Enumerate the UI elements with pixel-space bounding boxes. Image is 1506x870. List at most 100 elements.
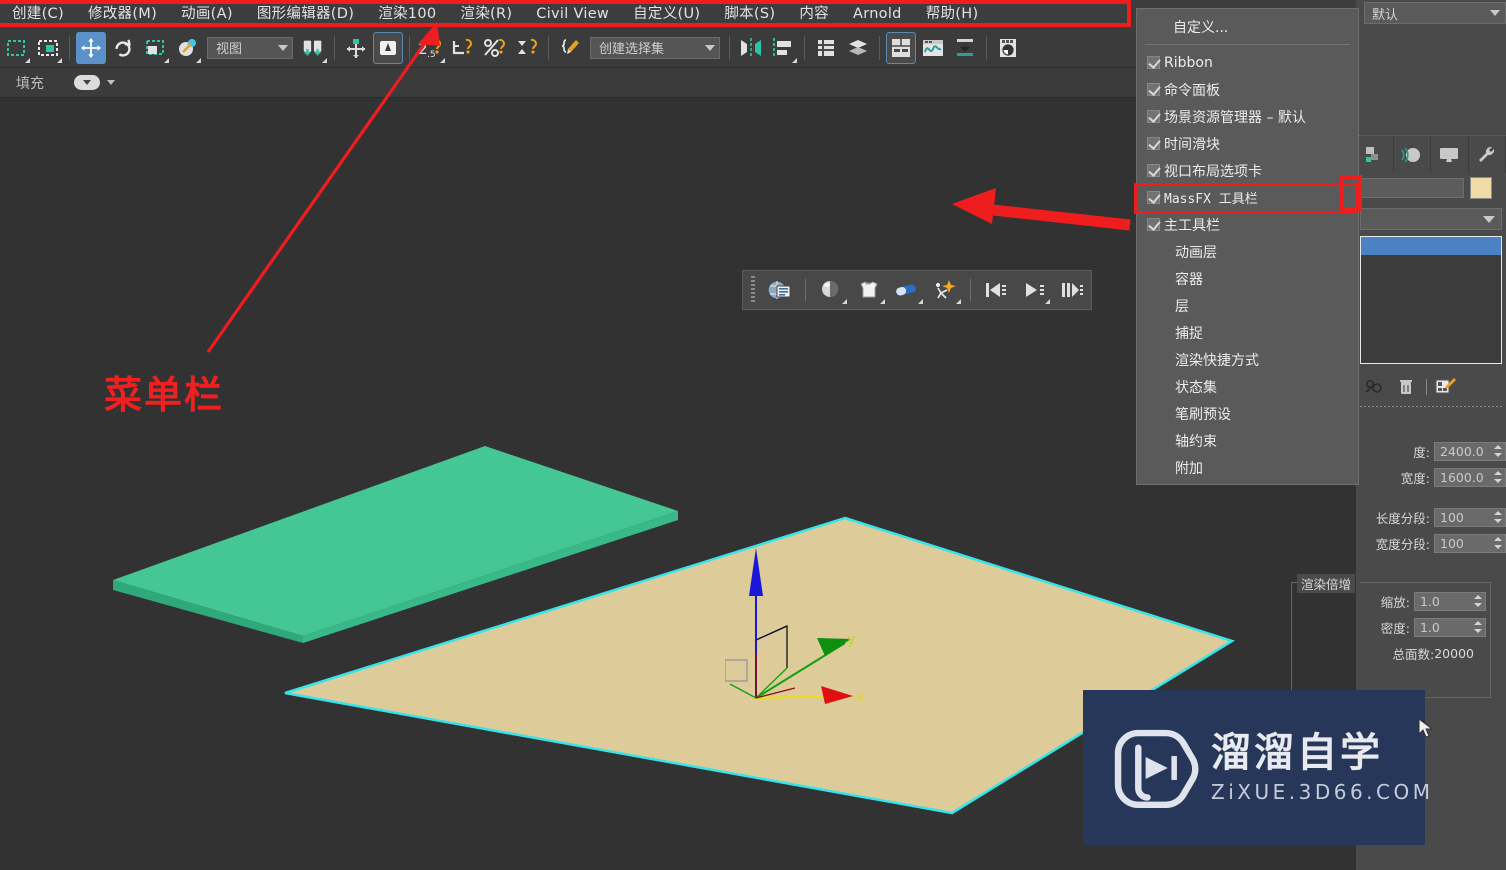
schematic-view-icon[interactable] — [950, 32, 980, 64]
chevron-down-icon[interactable] — [107, 80, 115, 85]
start-simulation-icon[interactable] — [1017, 275, 1051, 305]
pin-stack-icon[interactable] — [1360, 374, 1388, 400]
menu-item-animation[interactable]: 动画(A) — [169, 1, 245, 27]
named-selection-value: 创建选择集 — [599, 42, 665, 57]
named-selection-sets-dropdown[interactable]: 创建选择集 — [590, 36, 720, 59]
snaps-3d-icon[interactable]: 2.5 — [416, 32, 446, 64]
align-icon[interactable] — [768, 32, 798, 64]
width-segments-field[interactable]: 100 — [1434, 533, 1506, 553]
menu-item-containers[interactable]: 容器 — [1137, 265, 1358, 292]
menu-item-animation-layers[interactable]: 动画层 — [1137, 238, 1358, 265]
constraint-icon[interactable] — [890, 275, 924, 305]
modifier-list-dropdown[interactable] — [1360, 208, 1502, 230]
menu-item-axis-constraints[interactable]: 轴约束 — [1137, 427, 1358, 454]
menu-item-help[interactable]: 帮助(H) — [914, 1, 991, 27]
remove-modifier-icon[interactable] — [1392, 374, 1420, 400]
menu-item-customize[interactable]: 自定义(U) — [621, 1, 712, 27]
menu-item-create[interactable]: 创建(C) — [0, 1, 76, 27]
green-box-slab[interactable] — [105, 438, 705, 658]
scale-field[interactable]: 1.0 — [1414, 591, 1486, 611]
menu-item-customize-dialog[interactable]: 自定义... — [1137, 13, 1358, 40]
fill-label: 填充 — [16, 75, 44, 92]
render-setup-icon[interactable] — [993, 32, 1023, 64]
spinner-arrows[interactable] — [1493, 470, 1503, 485]
menu-item-content[interactable]: 内容 — [787, 1, 841, 27]
length-field[interactable]: 2400.0 — [1434, 441, 1506, 461]
menu-item-render-shortcuts[interactable]: 渲染快捷方式 — [1137, 346, 1358, 373]
length-segments-field[interactable]: 100 — [1434, 507, 1506, 527]
layer-manager-icon[interactable] — [843, 32, 873, 64]
utilities-tab-icon[interactable] — [1469, 136, 1506, 173]
menu-item-civil-view[interactable]: Civil View — [524, 1, 621, 27]
spinner-snap-icon[interactable] — [512, 32, 542, 64]
select-and-rotate-icon[interactable] — [108, 32, 138, 64]
menu-item-scripting[interactable]: 脚本(S) — [712, 1, 787, 27]
app-window: 创建(C) 修改器(M) 动画(A) 图形编辑器(D) 渲染100 渲染(R) … — [0, 0, 1506, 870]
modifier-stack-selected-item[interactable] — [1361, 237, 1501, 255]
spinner-arrows[interactable] — [1493, 536, 1503, 551]
modify-tab-icon[interactable] — [1394, 136, 1431, 173]
menu-item-graph-editors[interactable]: 图形编辑器(D) — [245, 1, 366, 27]
menu-item-layers[interactable]: 层 — [1137, 292, 1358, 319]
toolbar-drag-handle[interactable] — [751, 276, 755, 304]
material-editor-icon[interactable] — [886, 31, 916, 64]
spinner-arrows[interactable] — [1473, 594, 1483, 609]
menu-item-modifiers[interactable]: 修改器(M) — [76, 1, 169, 27]
step-simulation-icon[interactable] — [1055, 275, 1089, 305]
reference-coordinate-system-dropdown[interactable]: 视图 — [207, 36, 293, 59]
menu-item-massfx-toolbar[interactable]: MassFX 工具栏 — [1137, 184, 1358, 211]
menu-item-ribbon[interactable]: Ribbon — [1137, 49, 1358, 76]
layer-explorer-icon[interactable] — [811, 32, 841, 64]
select-and-move-icon[interactable] — [76, 31, 106, 64]
menu-item-render100[interactable]: 渲染100 — [366, 1, 448, 27]
object-name-input[interactable] — [1360, 178, 1464, 198]
select-and-scale-icon[interactable] — [140, 32, 170, 64]
chevron-down-icon — [278, 44, 288, 51]
menu-item-state-sets[interactable]: 状态集 — [1137, 373, 1358, 400]
mouse-cursor — [1418, 718, 1434, 738]
width-field[interactable]: 1600.0 — [1434, 467, 1506, 487]
density-label: 密度: — [1380, 620, 1410, 636]
object-color-swatch[interactable] — [1470, 177, 1492, 199]
menu-item-snaps[interactable]: 捕捉 — [1137, 319, 1358, 346]
mirror-icon[interactable] — [736, 32, 766, 64]
menu-item-extras[interactable]: 附加 — [1137, 454, 1358, 481]
spinner-arrows[interactable] — [1473, 620, 1483, 635]
move-gizmo[interactable]: x y — [725, 538, 885, 718]
rigid-body-dynamic-icon[interactable] — [814, 275, 848, 305]
display-tab-icon[interactable] — [1431, 136, 1469, 173]
curve-editor-icon[interactable] — [918, 32, 948, 64]
select-and-manipulate-icon[interactable] — [341, 32, 371, 64]
menu-item-scene-explorer[interactable]: 场景资源管理器 – 默认 — [1137, 103, 1358, 130]
menu-item-viewport-layout-tabs[interactable]: 视口布局选项卡 — [1137, 157, 1358, 184]
angle-snap-icon[interactable] — [448, 32, 478, 64]
menu-item-brush-presets[interactable]: 笔刷预设 — [1137, 400, 1358, 427]
coordinate-system-value: 视图 — [216, 42, 243, 57]
spinner-arrows[interactable] — [1493, 510, 1503, 525]
massfx-world-parameters-icon[interactable] — [763, 275, 797, 305]
mcloth-icon[interactable] — [852, 275, 886, 305]
spinner-arrows[interactable] — [1493, 444, 1503, 459]
customize-dropdown-menu[interactable]: 自定义... Ribbon 命令面板 场景资源管理器 – 默认 时间滑块 视口布… — [1136, 8, 1359, 485]
density-field[interactable]: 1.0 — [1414, 617, 1486, 637]
use-pivot-point-center-icon[interactable] — [298, 32, 328, 64]
configure-modifier-sets-icon[interactable] — [1431, 374, 1459, 400]
select-and-place-icon[interactable] — [172, 32, 202, 64]
menu-item-arnold[interactable]: Arnold — [841, 1, 914, 27]
percent-snap-icon[interactable] — [480, 32, 510, 64]
reset-simulation-icon[interactable] — [979, 275, 1013, 305]
menu-item-command-panel[interactable]: 命令面板 — [1137, 76, 1358, 103]
select-object-icon[interactable] — [1, 32, 31, 64]
scene-explorer-preset-dropdown[interactable]: 默认 — [1364, 2, 1506, 24]
create-tab-icon[interactable] — [1356, 136, 1394, 173]
massfx-toolbar[interactable] — [742, 270, 1092, 310]
menu-item-main-toolbar[interactable]: 主工具栏 — [1137, 211, 1358, 238]
select-by-name-icon[interactable] — [33, 32, 63, 64]
menu-item-rendering[interactable]: 渲染(R) — [448, 1, 524, 27]
modifier-stack-list[interactable] — [1360, 236, 1502, 364]
named-selection-sets-icon[interactable] — [555, 32, 585, 64]
snaps-toggle-icon[interactable] — [373, 31, 403, 64]
menu-item-time-slider[interactable]: 时间滑块 — [1137, 130, 1358, 157]
ragdoll-icon[interactable] — [928, 275, 962, 305]
fill-dropdown-icon[interactable] — [74, 75, 100, 90]
